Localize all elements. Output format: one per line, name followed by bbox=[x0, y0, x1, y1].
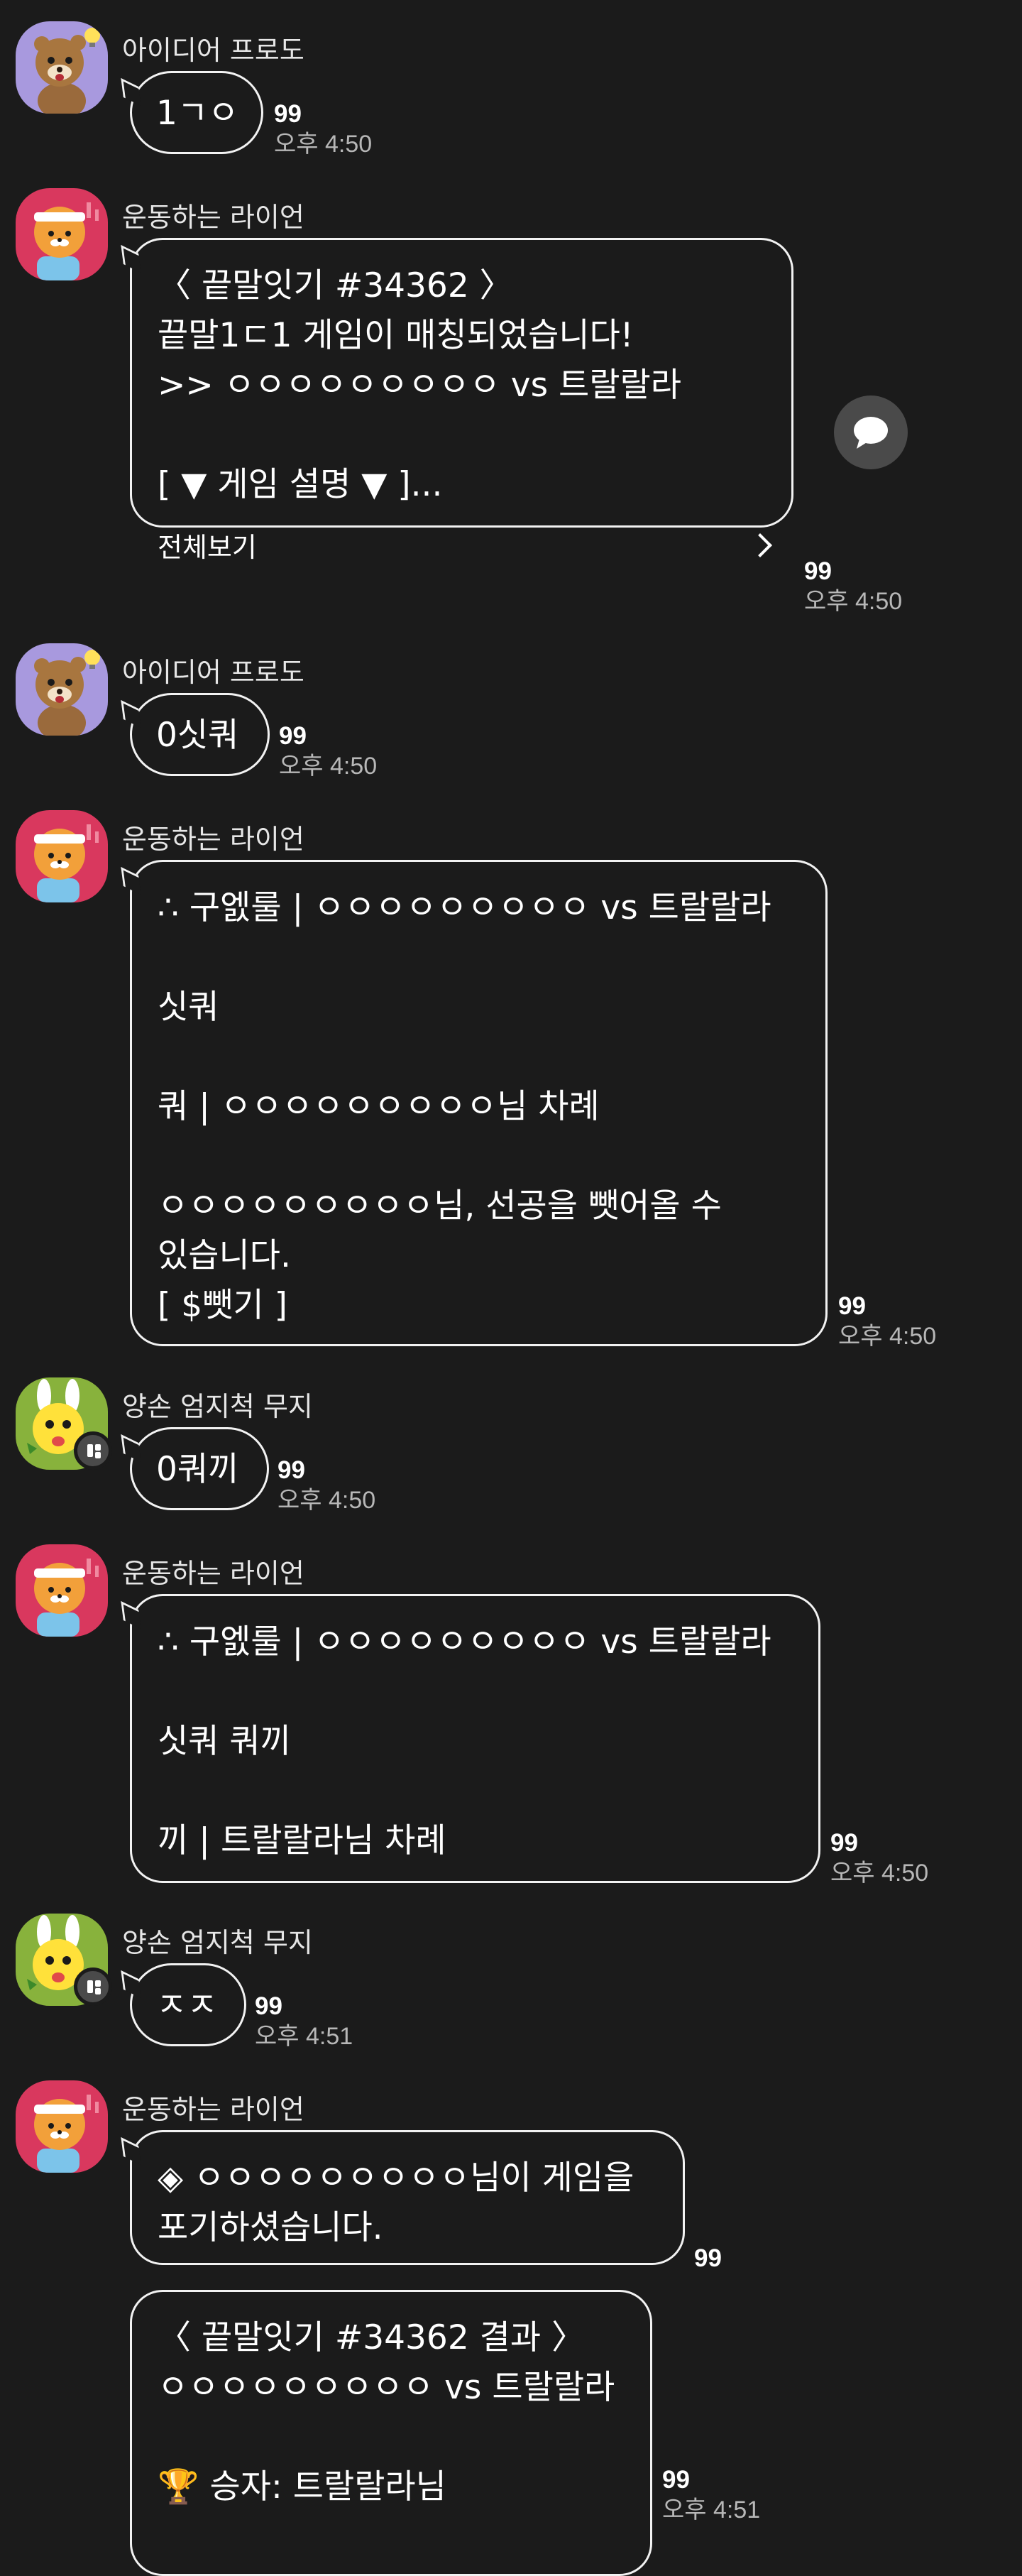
unread-count: 99 bbox=[255, 1992, 282, 2020]
sender-name: 양손 엄지척 무지 bbox=[122, 1391, 313, 1422]
message-meta: 99 오후 4:50 bbox=[279, 722, 377, 782]
speech-bubble-icon bbox=[854, 417, 888, 449]
message-text: ◈ ㅇㅇㅇㅇㅇㅇㅇㅇㅇ님이 게임을 포기하셨습니다. bbox=[158, 2159, 634, 2247]
message-text: 1ㄱㅇ bbox=[156, 94, 239, 133]
message-text: ∴ 구엜룰 | ㅇㅇㅇㅇㅇㅇㅇㅇㅇ vs 트랄랄라 싯쿼 쿼 | ㅇㅇㅇㅇㅇㅇㅇ… bbox=[158, 888, 771, 1325]
ryan-avatar[interactable] bbox=[16, 2080, 108, 2173]
message-bubble[interactable]: ◈ ㅇㅇㅇㅇㅇㅇㅇㅇㅇ님이 게임을 포기하셨습니다. bbox=[130, 2130, 685, 2265]
message-meta: 99 오후 4:50 bbox=[838, 1292, 936, 1352]
unread-count: 99 bbox=[838, 1292, 866, 1320]
muzi-avatar[interactable] bbox=[16, 1377, 112, 1470]
message-time: 오후 4:50 bbox=[804, 588, 903, 615]
message-time: 오후 4:51 bbox=[662, 2496, 761, 2523]
message-text: 〈 끝말잇기 #34362 〉 끝말1ㄷ1 게임이 매칭되었습니다! >> ㅇㅇ… bbox=[158, 266, 682, 504]
message-bubble[interactable]: ∴ 구엜룰 | ㅇㅇㅇㅇㅇㅇㅇㅇㅇ vs 트랄랄라 싯쿼 쿼 | ㅇㅇㅇㅇㅇㅇㅇ… bbox=[130, 860, 828, 1346]
message-bubble[interactable]: 〈 끝말잇기 #34362 결과 〉 ㅇㅇㅇㅇㅇㅇㅇㅇㅇ vs 트랄랄라 🏆 승… bbox=[130, 2290, 652, 2576]
sender-name: 운동하는 라이언 bbox=[122, 824, 304, 855]
frodo-avatar[interactable] bbox=[16, 643, 108, 736]
sender-name: 운동하는 라이언 bbox=[122, 202, 304, 233]
message-meta: 99 오후 4:50 bbox=[278, 1456, 375, 1516]
message-time: 오후 4:50 bbox=[274, 131, 373, 158]
message-meta: 99 오후 4:50 bbox=[830, 1829, 928, 1889]
unread-count: 99 bbox=[662, 2466, 690, 2494]
unread-count: 99 bbox=[804, 557, 832, 585]
message-text: 〈 끝말잇기 #34362 결과 〉 ㅇㅇㅇㅇㅇㅇㅇㅇㅇ vs 트랄랄라 🏆 승… bbox=[158, 2318, 615, 2506]
chevron-right-icon bbox=[748, 533, 772, 557]
message-bubble[interactable]: 0싯쿼 bbox=[130, 693, 270, 776]
message-meta: 99 오후 4:51 bbox=[255, 1992, 353, 2052]
view-all-link[interactable]: 전체보기 bbox=[158, 530, 772, 565]
message-text: 0쿼끼 bbox=[156, 1450, 239, 1489]
chat-bot-badge-icon bbox=[74, 1968, 112, 2006]
ryan-avatar[interactable] bbox=[16, 188, 108, 280]
message-time: 오후 4:50 bbox=[830, 1860, 929, 1887]
sender-name: 아이디어 프로도 bbox=[122, 35, 304, 66]
message-bubble[interactable]: 〈 끝말잇기 #34362 〉 끝말1ㄷ1 게임이 매칭되었습니다! >> ㅇㅇ… bbox=[130, 238, 793, 563]
unread-count: 99 bbox=[278, 1456, 305, 1484]
message-text: ∴ 구엜룰 | ㅇㅇㅇㅇㅇㅇㅇㅇㅇ vs 트랄랄라 싯쿼 쿼끼 끼 | 트랄랄라… bbox=[158, 1622, 771, 1860]
message-meta: 99 오후 4:50 bbox=[274, 100, 372, 160]
sender-name: 운동하는 라이언 bbox=[122, 2094, 304, 2125]
message-text: 0싯쿼 bbox=[156, 716, 239, 755]
muzi-avatar[interactable] bbox=[16, 1914, 112, 2006]
message-time: 오후 4:50 bbox=[838, 1323, 937, 1350]
ryan-avatar[interactable] bbox=[16, 810, 108, 902]
message-meta: 99 오후 4:50 bbox=[804, 557, 902, 617]
ryan-avatar[interactable] bbox=[16, 1544, 108, 1637]
message-meta: 99 bbox=[694, 2244, 722, 2273]
view-all-label: 전체보기 bbox=[158, 532, 257, 563]
message-meta: 99 오후 4:51 bbox=[662, 2466, 760, 2526]
sender-name: 운동하는 라이언 bbox=[122, 1558, 304, 1589]
message-time: 오후 4:50 bbox=[279, 753, 378, 780]
sender-name: 아이디어 프로도 bbox=[122, 657, 304, 688]
unread-count: 99 bbox=[694, 2244, 722, 2272]
unread-count: 99 bbox=[274, 100, 302, 128]
message-text: ㅈㅈ bbox=[156, 1986, 218, 2025]
message-bubble[interactable]: 0쿼끼 bbox=[130, 1427, 269, 1510]
message-time: 오후 4:51 bbox=[255, 2023, 353, 2050]
message-bubble[interactable]: ∴ 구엜룰 | ㅇㅇㅇㅇㅇㅇㅇㅇㅇ vs 트랄랄라 싯쿼 쿼끼 끼 | 트랄랄라… bbox=[130, 1594, 820, 1883]
chat-bot-badge-icon bbox=[74, 1431, 112, 1470]
message-bubble[interactable]: 1ㄱㅇ bbox=[130, 71, 263, 154]
frodo-avatar[interactable] bbox=[16, 21, 108, 114]
share-button[interactable] bbox=[834, 395, 908, 469]
unread-count: 99 bbox=[279, 722, 307, 750]
unread-count: 99 bbox=[830, 1829, 858, 1857]
message-time: 오후 4:50 bbox=[278, 1487, 376, 1514]
chat-room: 아이디어 프로도 1ㄱㅇ 99 오후 4:50 운동하는 라이언 〈 끝말잇기 … bbox=[0, 0, 1022, 2576]
sender-name: 양손 엄지척 무지 bbox=[122, 1927, 313, 1958]
message-bubble[interactable]: ㅈㅈ bbox=[130, 1963, 246, 2046]
